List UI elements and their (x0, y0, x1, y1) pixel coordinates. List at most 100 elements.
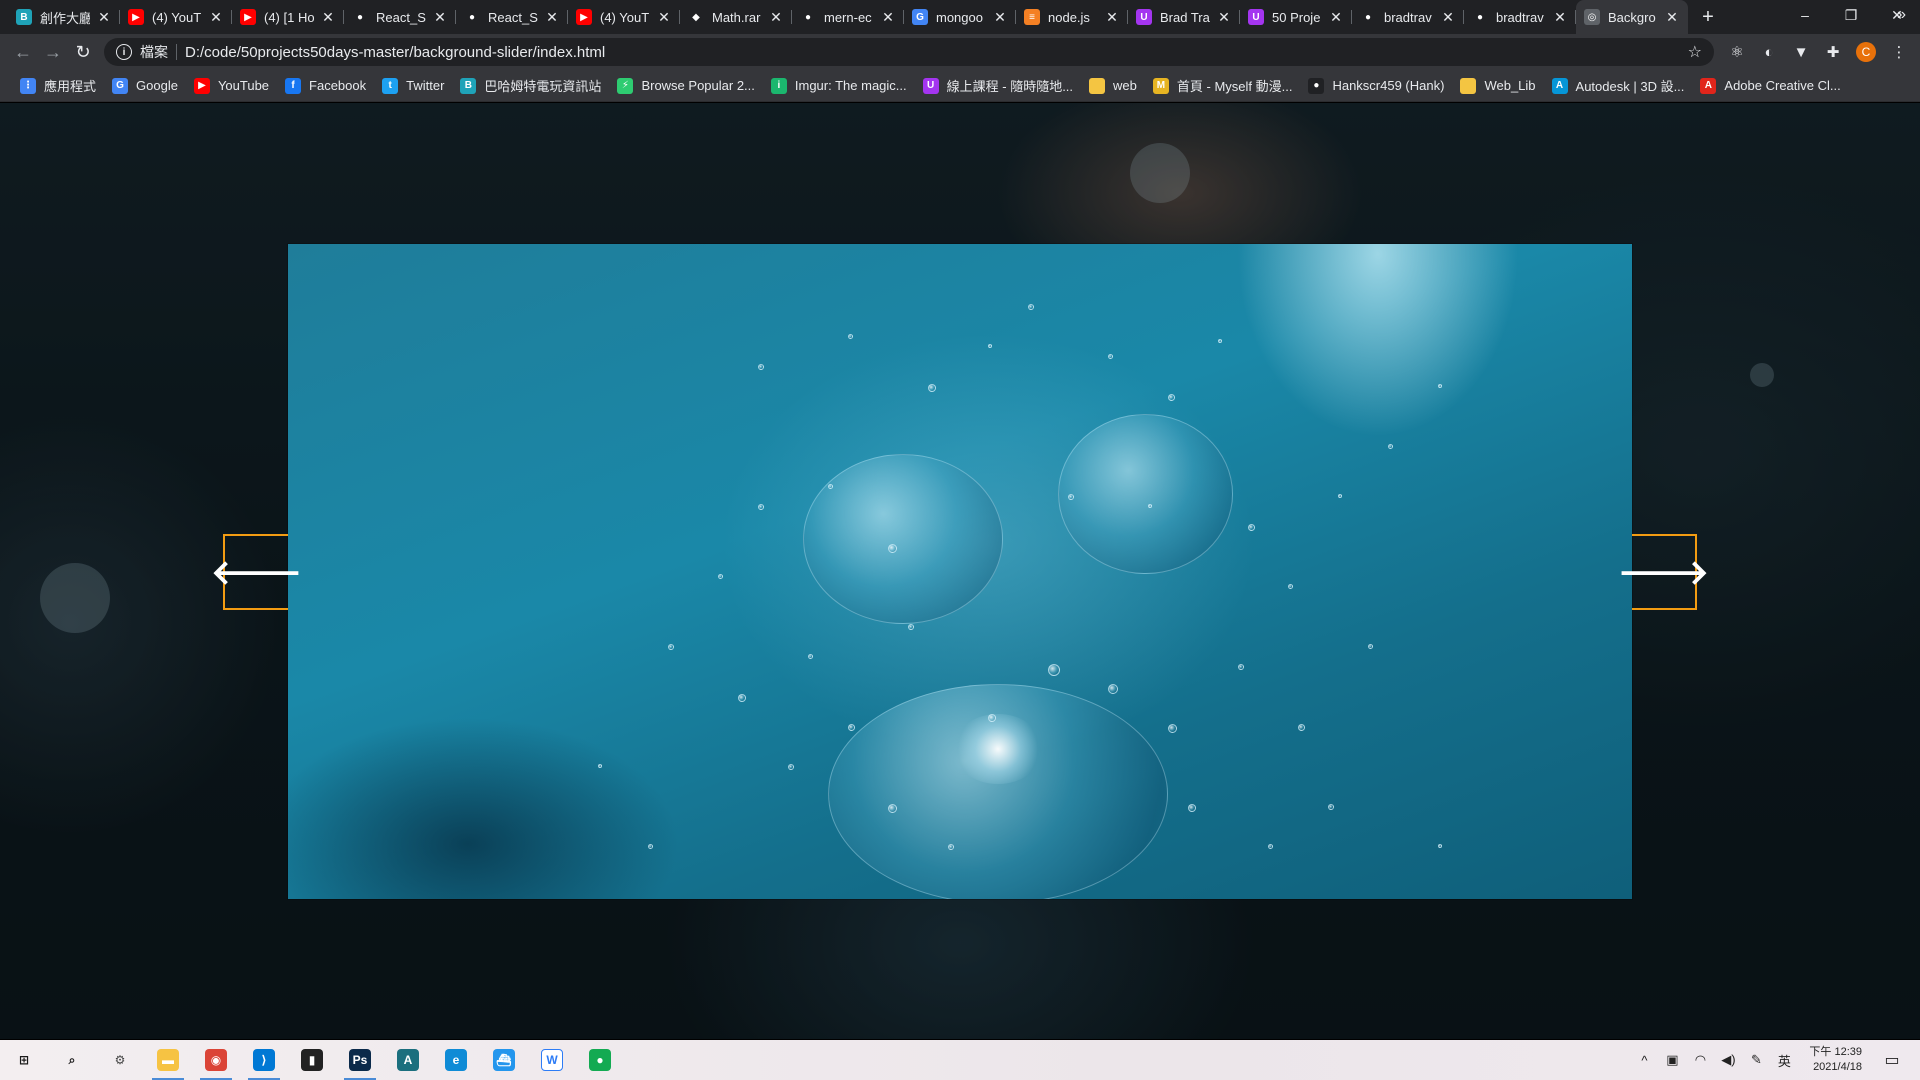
vscode-taskbar-icon[interactable]: ⟩ (240, 1040, 288, 1080)
vue-devtools-icon[interactable]: ▼ (1792, 43, 1810, 61)
bookmark-icon: ⚡ (617, 77, 634, 94)
tab-close-icon[interactable]: ✕ (992, 9, 1008, 25)
profile-avatar[interactable]: C (1856, 42, 1876, 62)
bookmark-item[interactable]: B 巴哈姆特電玩資訊站 (454, 74, 607, 98)
url-text[interactable]: D:/code/50projects50days-master/backgrou… (185, 44, 605, 61)
start-taskbar-icon[interactable]: ⊞ (0, 1040, 48, 1080)
pen-icon[interactable]: ✎ (1747, 1052, 1765, 1068)
tab-close-icon[interactable]: ✕ (656, 9, 672, 25)
info-icon[interactable]: i (116, 44, 132, 60)
chrome-taskbar-icon[interactable]: ◉ (192, 1040, 240, 1080)
notifications-icon[interactable]: ▭ (1872, 1050, 1912, 1070)
new-tab-button[interactable]: + (1694, 0, 1722, 34)
ime-indicator[interactable]: 英 (1775, 1051, 1793, 1070)
extensions-puzzle-icon[interactable]: ✚ (1824, 43, 1842, 61)
tab-close-icon[interactable]: ✕ (208, 9, 224, 25)
tab-close-icon[interactable]: ✕ (320, 9, 336, 25)
clock[interactable]: 下午 12:39 2021/4/18 (1809, 1045, 1862, 1075)
reload-button[interactable]: ↻ (68, 37, 98, 67)
bookmark-item[interactable]: f Facebook (279, 74, 372, 98)
minimize-button[interactable]: – (1782, 0, 1828, 30)
tab-close-icon[interactable]: ✕ (1552, 9, 1568, 25)
bookmark-item[interactable]: M 首頁 - Myself 動漫... (1147, 74, 1299, 98)
forward-button[interactable]: → (38, 37, 68, 67)
start-icon: ⊞ (18, 1053, 30, 1067)
browser-tab[interactable]: ● bradtrav ✕ (1464, 0, 1576, 34)
browser-tab[interactable]: ▶ (4) [1 Ho ✕ (232, 0, 344, 34)
autodesk-icon: A (397, 1049, 419, 1071)
browser-tab[interactable]: Gmongoo ✕ (904, 0, 1016, 34)
tab-close-icon[interactable]: ✕ (1104, 9, 1120, 25)
browser-tab[interactable]: U Brad Tra ✕ (1128, 0, 1240, 34)
tab-close-icon[interactable]: ✕ (768, 9, 784, 25)
bookmark-icon: U (922, 77, 939, 94)
browser-tab[interactable]: ● bradtrav ✕ (1352, 0, 1464, 34)
slider-prev-button[interactable]: 🡐 (211, 534, 302, 610)
tab-close-icon[interactable]: ✕ (432, 9, 448, 25)
bookmark-item[interactable]: ⚡ Browse Popular 2... (611, 74, 760, 98)
bookmark-item[interactable]: i Imgur: The magic... (765, 74, 913, 98)
edge-taskbar-icon[interactable]: e (432, 1040, 480, 1080)
bubble (848, 334, 853, 339)
extensions-area: ⚛ ◐ ▼ ✚ C ⋮ (1728, 38, 1908, 66)
address-bar[interactable]: i 檔案 D:/code/50projects50days-master/bac… (104, 38, 1714, 66)
browser-tab[interactable]: ● React_Sl ✕ (456, 0, 568, 34)
bookmark-item[interactable]: U 線上課程 - 隨時隨地... (917, 74, 1079, 98)
webstorm-taskbar-icon[interactable]: W (528, 1040, 576, 1080)
back-button[interactable]: ← (8, 37, 38, 67)
tray-chevron-icon[interactable]: ^ (1635, 1053, 1653, 1068)
browser-tab[interactable]: B 創作大廳 ✕ (8, 0, 120, 34)
settings-icon: ⚙ (114, 1053, 126, 1067)
browser-tab[interactable]: ◎ Backgro ✕ (1576, 0, 1688, 34)
browser-tab[interactable]: ≡ node.js ✕ (1016, 0, 1128, 34)
mongodb-compass-taskbar-icon[interactable]: ● (576, 1040, 624, 1080)
tab-close-icon[interactable]: ✕ (544, 9, 560, 25)
tab-title: 創作大廳 (40, 10, 90, 26)
docker-taskbar-icon[interactable]: ⛴ (480, 1040, 528, 1080)
browser-tab[interactable]: ▶ (4) YouT ✕ (568, 0, 680, 34)
react-devtools-icon[interactable]: ⚛ (1728, 43, 1746, 61)
tab-close-icon[interactable]: ✕ (1440, 9, 1456, 25)
tab-close-icon[interactable]: ✕ (1216, 9, 1232, 25)
browser-tab[interactable]: ● mern-ec ✕ (792, 0, 904, 34)
bookmark-item[interactable]: A Adobe Creative Cl... (1694, 74, 1846, 98)
bookmark-item[interactable]: A Autodesk | 3D 設... (1546, 74, 1691, 98)
tab-title: (4) YouT (152, 9, 202, 25)
search-taskbar-icon[interactable]: ⌕ (48, 1040, 96, 1080)
volume-icon[interactable]: ◀) (1719, 1052, 1737, 1068)
tab-title: mern-ec (824, 9, 872, 25)
slider-next-button[interactable]: 🡒 (1618, 534, 1709, 610)
tray-device-icon[interactable]: ▣ (1663, 1052, 1681, 1068)
bookmark-item[interactable]: G Google (106, 74, 184, 98)
photoshop-taskbar-icon[interactable]: Ps (336, 1040, 384, 1080)
browser-tab[interactable]: U 50 Proje ✕ (1240, 0, 1352, 34)
autodesk-taskbar-icon[interactable]: A (384, 1040, 432, 1080)
bookmark-item[interactable]: Web_Lib (1454, 74, 1541, 98)
settings-taskbar-icon[interactable]: ⚙ (96, 1040, 144, 1080)
dark-reader-icon[interactable]: ◐ (1760, 43, 1778, 61)
tab-close-icon[interactable]: ✕ (1328, 9, 1344, 25)
bookmark-star-icon[interactable]: ☆ (1688, 42, 1702, 62)
bookmark-item[interactable]: t Twitter (376, 74, 450, 98)
bookmark-item[interactable]: ▶ YouTube (188, 74, 275, 98)
browser-tab[interactable]: ▶ (4) YouT ✕ (120, 0, 232, 34)
bookmark-item[interactable]: ⋮ 應用程式 (14, 74, 102, 98)
tab-close-icon[interactable]: ✕ (1664, 9, 1680, 25)
file-explorer-taskbar-icon[interactable]: ▬ (144, 1040, 192, 1080)
bookmarks-overflow-button[interactable]: » (1897, 6, 1906, 24)
tab-close-icon[interactable]: ✕ (880, 9, 896, 25)
bookmark-item[interactable]: ● Hankscr459 (Hank) (1302, 74, 1450, 98)
browser-tab[interactable]: ◆ Math.rar ✕ (680, 0, 792, 34)
browser-toolbar: ← → ↻ i 檔案 D:/code/50projects50days-mast… (0, 34, 1920, 70)
restore-button[interactable]: ❐ (1828, 0, 1874, 30)
bubble (718, 574, 723, 579)
terminal-taskbar-icon[interactable]: ▮ (288, 1040, 336, 1080)
active-slide-image (288, 244, 1632, 899)
bookmark-item[interactable]: web (1083, 74, 1143, 98)
tab-close-icon[interactable]: ✕ (96, 9, 112, 25)
tab-title: (4) YouT (600, 9, 650, 25)
network-icon[interactable]: ◠ (1691, 1052, 1709, 1068)
menu-kebab-icon[interactable]: ⋮ (1890, 43, 1908, 61)
browser-tab[interactable]: ● React_Sl ✕ (344, 0, 456, 34)
bookmark-icon: ● (1308, 77, 1325, 94)
